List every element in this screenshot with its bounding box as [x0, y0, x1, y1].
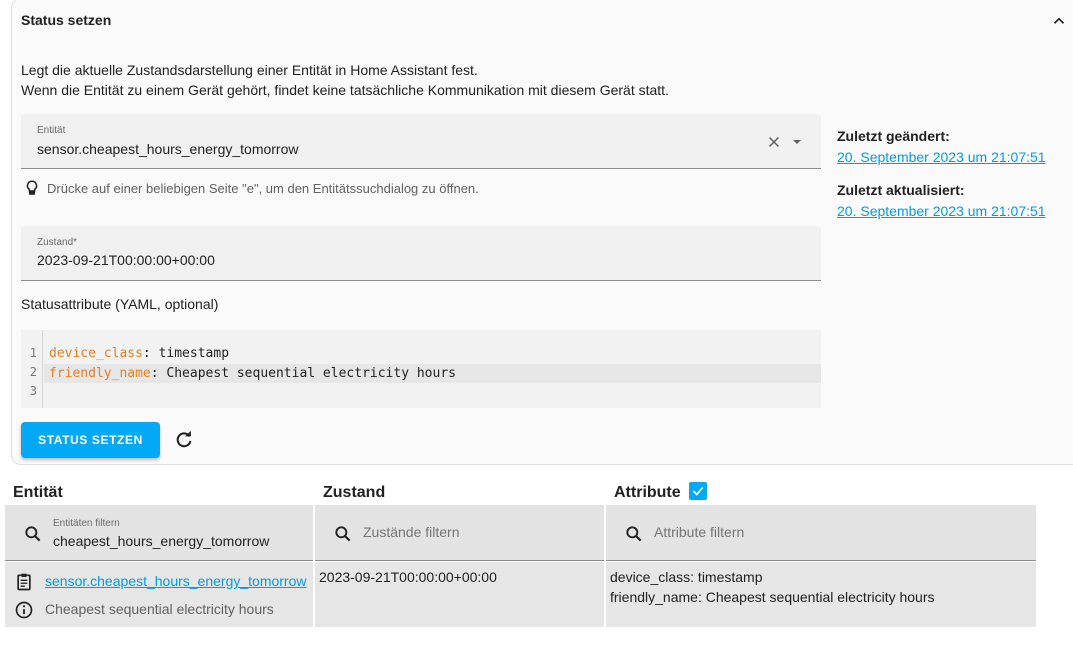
- column-header-entity: Entität: [13, 484, 63, 501]
- entity-filter[interactable]: Entitäten filtern cheapest_hours_energy_…: [5, 505, 313, 561]
- attributes-filter-placeholder[interactable]: Attribute filtern: [654, 524, 744, 540]
- line-number: 1: [29, 346, 37, 360]
- search-hint: Drücke auf einer beliebigen Seite "e", u…: [23, 178, 479, 198]
- attribute-line: device_class: timestamp: [610, 569, 763, 585]
- last-changed-label: Zuletzt geändert:: [837, 128, 950, 144]
- clipboard-icon[interactable]: [14, 572, 34, 592]
- state-input-label: Zustand*: [37, 237, 78, 248]
- state-input-value[interactable]: 2023-09-21T00:00:00+00:00: [37, 252, 215, 268]
- entity-picker-label: Entität: [37, 125, 66, 136]
- dropdown-arrow-icon[interactable]: [789, 134, 805, 150]
- entity-picker-value[interactable]: sensor.cheapest_hours_energy_tomorrow: [37, 141, 299, 157]
- code-line[interactable]: device_class: timestamp: [49, 344, 229, 363]
- entity-link[interactable]: sensor.cheapest_hours_energy_tomorrow: [45, 573, 307, 589]
- clear-icon[interactable]: [765, 133, 783, 151]
- line-number: 2: [29, 365, 37, 379]
- yaml-editor[interactable]: 1 2 3 device_class: timestamp friendly_n…: [21, 330, 821, 408]
- column-header-attributes: Attribute: [614, 484, 681, 501]
- card-title: Status setzen: [21, 12, 112, 28]
- description-line-2: Wenn die Entität zu einem Gerät gehört, …: [21, 82, 669, 98]
- entity-filter-label: Entitäten filtern: [53, 518, 120, 529]
- checkmark-icon: [692, 486, 704, 496]
- search-icon: [335, 526, 351, 542]
- last-updated-label: Zuletzt aktualisiert:: [837, 182, 965, 198]
- table-row-state-cell: 2023-09-21T00:00:00+00:00: [315, 562, 604, 627]
- show-attributes-checkbox[interactable]: [689, 482, 707, 500]
- friendly-name: Cheapest sequential electricity hours: [45, 601, 274, 617]
- yaml-key: friendly_name: [49, 366, 151, 381]
- yaml-value: : timestamp: [142, 346, 230, 361]
- search-icon: [626, 526, 642, 542]
- lightbulb-icon: [26, 180, 38, 195]
- state-filter[interactable]: Zustände filtern: [315, 505, 604, 561]
- search-hint-text: Drücke auf einer beliebigen Seite "e", u…: [47, 180, 479, 196]
- card-description: Legt die aktuelle Zustandsdarstellung ei…: [21, 60, 669, 100]
- attribute-line: friendly_name: Cheapest sequential elect…: [610, 589, 935, 605]
- attributes-filter[interactable]: Attribute filtern: [606, 505, 1036, 561]
- info-icon[interactable]: [14, 600, 34, 620]
- table-row-entity-cell: sensor.cheapest_hours_energy_tomorrow Ch…: [5, 562, 313, 627]
- chevron-up-icon: [1053, 17, 1065, 24]
- set-state-button[interactable]: STATUS SETZEN: [21, 422, 160, 458]
- state-filter-placeholder[interactable]: Zustände filtern: [363, 524, 460, 540]
- attributes-label: Statusattribute (YAML, optional): [21, 296, 219, 312]
- state-value: 2023-09-21T00:00:00+00:00: [319, 569, 497, 585]
- last-changed-link[interactable]: 20. September 2023 um 21:07:51: [837, 149, 1046, 165]
- last-updated-link[interactable]: 20. September 2023 um 21:07:51: [837, 203, 1046, 219]
- yaml-value: : Cheapest sequential electricity hours: [150, 366, 456, 381]
- search-icon: [25, 526, 41, 542]
- entity-filter-value[interactable]: cheapest_hours_energy_tomorrow: [53, 533, 269, 549]
- yaml-key: device_class: [49, 346, 143, 361]
- set-state-card: Status setzen Legt die aktuelle Zustands…: [11, 0, 1073, 465]
- code-line-active[interactable]: friendly_name: Cheapest sequential elect…: [44, 364, 821, 383]
- collapse-button[interactable]: [1047, 9, 1071, 33]
- line-number: 3: [29, 384, 37, 398]
- description-line-1: Legt die aktuelle Zustandsdarstellung ei…: [21, 62, 478, 78]
- table-row-attributes-cell: device_class: timestamp friendly_name: C…: [606, 562, 1036, 627]
- refresh-icon[interactable]: [173, 429, 195, 451]
- state-input[interactable]: Zustand* 2023-09-21T00:00:00+00:00: [21, 226, 821, 281]
- line-number-gutter: 1 2 3: [21, 330, 43, 408]
- entity-picker[interactable]: Entität sensor.cheapest_hours_energy_tom…: [21, 114, 821, 169]
- column-header-state: Zustand: [323, 484, 386, 501]
